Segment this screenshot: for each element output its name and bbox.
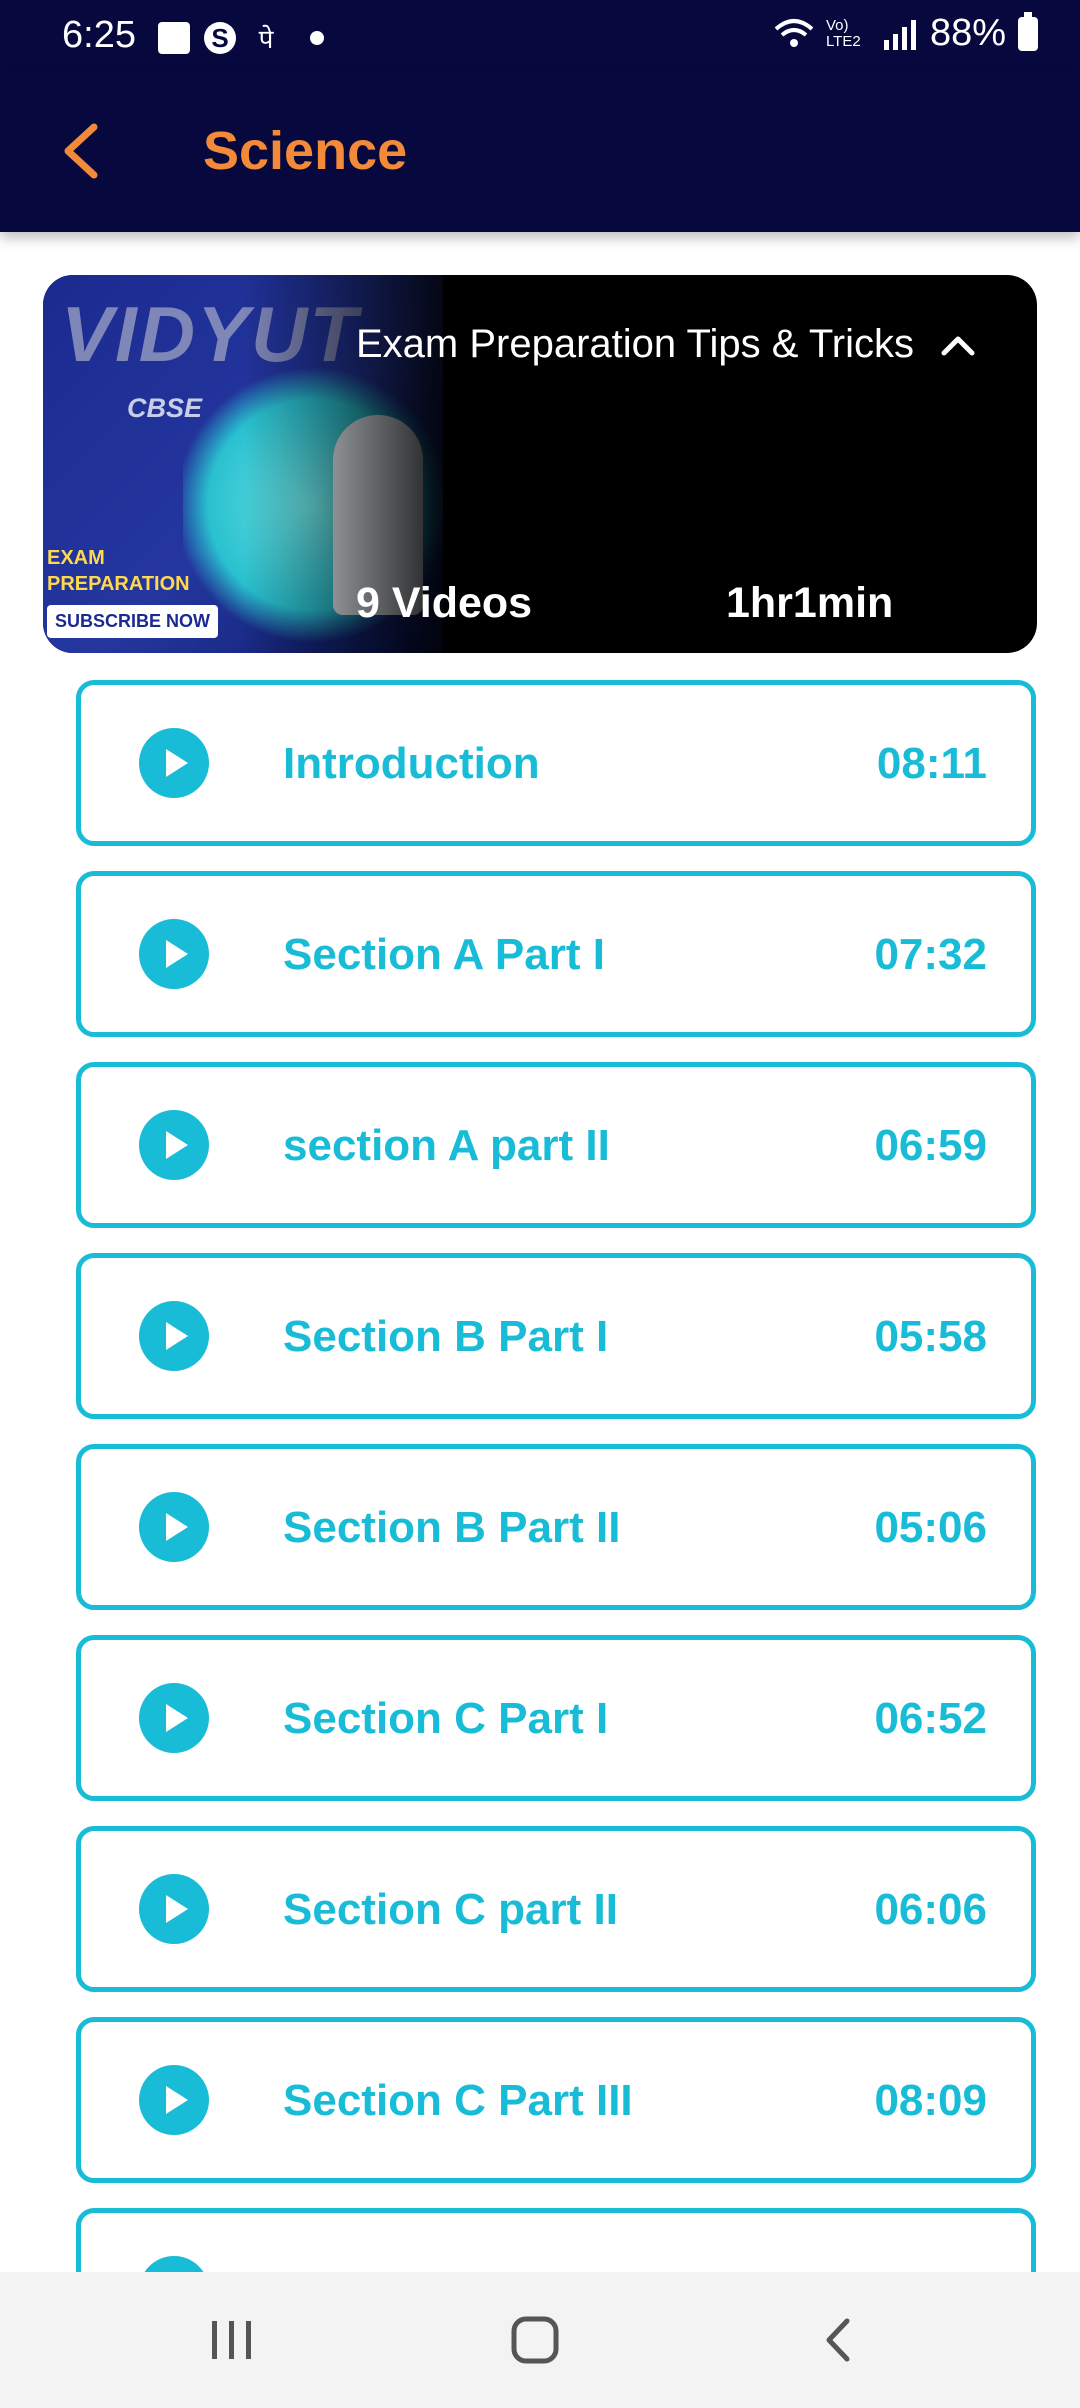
play-icon[interactable] (139, 1683, 209, 1753)
play-icon[interactable] (139, 919, 209, 989)
video-duration: 05:58 (874, 1312, 987, 1361)
s-app-notification-icon: S (204, 22, 236, 54)
video-duration: 08:11 (876, 739, 987, 788)
thumbnail-subscribe-label: SUBSCRIBE NOW (47, 605, 219, 638)
video-list: Introduction 08:11 Section A Part I 07:3… (76, 680, 1036, 2272)
video-duration: 07:32 (874, 930, 987, 979)
video-duration: 06:59 (874, 1121, 987, 1170)
video-duration: 06:52 (874, 1694, 987, 1743)
video-title: Section A Part I (283, 930, 605, 979)
battery-icon (1018, 11, 1038, 51)
status-time: 6:25 (62, 14, 136, 56)
video-count: 9 Videos (356, 579, 533, 627)
home-button[interactable] (465, 2272, 605, 2408)
home-icon (511, 2316, 559, 2364)
video-title: Section C Part III (283, 2076, 633, 2125)
video-title: Section C part II (283, 1885, 618, 1934)
course-header-card[interactable]: VIDYUT CBSE EXAM PREPARATION SUBSCRIBE N… (43, 275, 1037, 653)
video-title: Section B Part I (283, 1312, 609, 1361)
recents-button[interactable] (162, 2272, 302, 2408)
thumbnail-tag: EXAM PREPARATION (47, 547, 190, 595)
battery-percentage: 88% (929, 12, 1006, 54)
video-title: Section B Part II (283, 1503, 621, 1552)
video-title: Section C Part I (283, 1694, 609, 1743)
video-item-section-a-part-2[interactable]: section A part II 06:59 (76, 1062, 1036, 1228)
video-item-section-b-part-1[interactable]: Section B Part I 05:58 (76, 1253, 1036, 1419)
total-duration: 1hr1min (726, 579, 894, 627)
play-icon[interactable] (139, 2065, 209, 2135)
recents-icon (212, 2321, 251, 2359)
notification-icons: S पे (158, 22, 324, 54)
video-item-section-a-part-1[interactable]: Section A Part I 07:32 (76, 871, 1036, 1037)
more-notifications-dot-icon (310, 31, 324, 45)
nav-back-button[interactable] (768, 2272, 908, 2408)
collapse-button[interactable] (933, 325, 983, 365)
video-title: section A part II (283, 1121, 610, 1170)
video-item-introduction[interactable]: Introduction 08:11 (76, 680, 1036, 846)
play-icon[interactable] (139, 1110, 209, 1180)
video-duration: 08:09 (874, 2076, 987, 2125)
app-bar: Science (0, 72, 1080, 232)
video-item-section-c-part-1[interactable]: Section C Part I 06:52 (76, 1635, 1036, 1801)
play-icon[interactable] (139, 1874, 209, 1944)
signal-icon (883, 19, 916, 50)
thumbnail-board: CBSE (127, 393, 203, 423)
video-duration: 05:06 (874, 1503, 987, 1552)
wifi-icon (774, 18, 814, 47)
play-icon[interactable] (139, 1301, 209, 1371)
play-icon[interactable] (139, 1492, 209, 1562)
play-icon[interactable] (139, 2256, 209, 2272)
status-bar: 6:25 S पे Vo) LTE2 88% (0, 0, 1080, 72)
page-title: Science (203, 121, 408, 181)
system-status: Vo) LTE2 88% (774, 11, 1038, 55)
back-icon (826, 2318, 850, 2362)
video-title: Introduction (283, 739, 540, 788)
network-label: Vo) LTE2 (825, 16, 861, 50)
video-item-section-c-part-2[interactable]: Section C part II 06:06 (76, 1826, 1036, 1992)
back-button[interactable] (50, 116, 110, 186)
video-item-section-b-part-2[interactable]: Section B Part II 05:06 (76, 1444, 1036, 1610)
video-item-section-c-part-3[interactable]: Section C Part III 08:09 (76, 2017, 1036, 2183)
chevron-up-icon (941, 336, 975, 356)
course-title: Exam Preparation Tips & Tricks (356, 322, 914, 366)
video-duration: 06:06 (874, 1885, 987, 1934)
phonepe-notification-icon: पे (258, 24, 274, 54)
chevron-left-icon (64, 123, 98, 179)
play-icon[interactable] (139, 728, 209, 798)
gallery-notification-icon (158, 22, 190, 54)
system-navigation-bar (0, 2272, 1080, 2408)
video-item-partial[interactable] (76, 2208, 1036, 2272)
